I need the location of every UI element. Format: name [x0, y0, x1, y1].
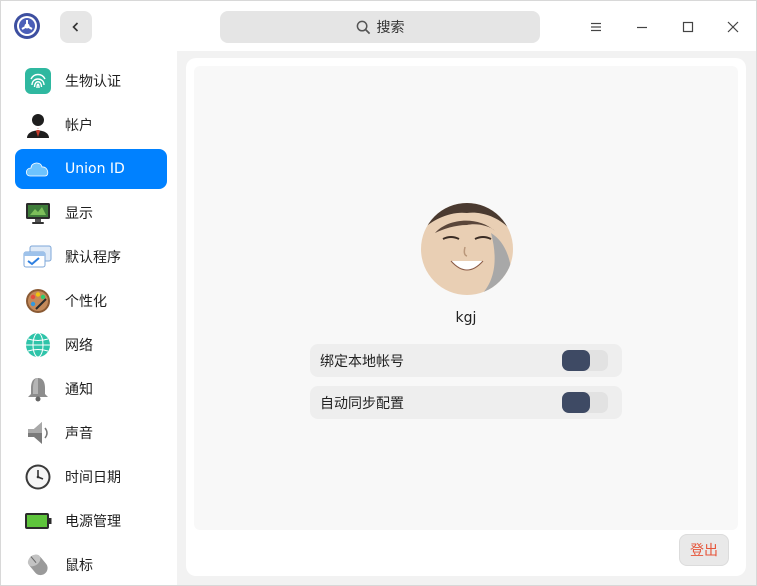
- sidebar-item-union-id[interactable]: Union ID: [15, 149, 167, 189]
- sidebar-item-label: 网络: [65, 338, 93, 354]
- close-icon: [727, 21, 739, 33]
- toggle-knob: [562, 392, 590, 413]
- bind-local-account-label: 绑定本地帐号: [320, 353, 404, 370]
- sidebar-item-label: 帐户: [65, 118, 93, 134]
- sidebar-item-default-apps[interactable]: 默认程序: [15, 237, 167, 277]
- search-placeholder: 搜索: [376, 20, 405, 36]
- union-id-panel: kgj 绑定本地帐号 自动同步配置: [194, 66, 738, 530]
- sidebar-item-notification[interactable]: 通知: [15, 369, 167, 409]
- chevron-left-icon: [72, 22, 79, 32]
- auto-sync-toggle[interactable]: [562, 392, 608, 413]
- deepin-control-center-icon: [13, 12, 41, 40]
- cloud-icon: [23, 154, 53, 184]
- network-globe-icon: [23, 330, 53, 360]
- search-input[interactable]: 搜索: [220, 11, 540, 43]
- maximize-button[interactable]: [674, 13, 702, 41]
- hamburger-menu-icon: [591, 22, 601, 32]
- sidebar-item-label: 个性化: [65, 294, 107, 310]
- minimize-icon: [637, 26, 647, 29]
- title-bar: 搜索: [1, 1, 756, 51]
- sidebar-item-label: Union ID: [65, 161, 125, 177]
- close-button[interactable]: [719, 13, 747, 41]
- search-icon: [356, 20, 370, 34]
- sidebar-item-biometric-auth[interactable]: 生物认证: [15, 61, 167, 101]
- sidebar-item-mouse[interactable]: 鼠标: [15, 545, 167, 585]
- sidebar-item-network[interactable]: 网络: [15, 325, 167, 365]
- mouse-icon: [23, 550, 53, 580]
- back-button[interactable]: [60, 11, 92, 43]
- auto-sync-row: 自动同步配置: [310, 386, 622, 419]
- menu-button[interactable]: [582, 13, 610, 41]
- sidebar-item-account[interactable]: 帐户: [15, 105, 167, 145]
- sidebar-item-display[interactable]: 显示: [15, 193, 167, 233]
- bind-local-account-toggle[interactable]: [562, 350, 608, 371]
- speaker-icon: [23, 418, 53, 448]
- avatar: [421, 203, 513, 295]
- default-apps-icon: [23, 242, 53, 272]
- sidebar-item-label: 显示: [65, 206, 93, 222]
- clock-icon: [23, 462, 53, 492]
- sidebar-item-label: 鼠标: [65, 558, 93, 574]
- sidebar-item-label: 通知: [65, 382, 93, 398]
- display-icon: [23, 198, 53, 228]
- sidebar-item-label: 默认程序: [65, 250, 121, 266]
- sidebar-item-label: 电源管理: [65, 514, 121, 530]
- toggle-knob: [562, 350, 590, 371]
- sidebar: 生物认证 帐户 Union ID 显示 默认程序 个性化 网络 通知 声音 时间…: [1, 51, 177, 585]
- sidebar-item-sound[interactable]: 声音: [15, 413, 167, 453]
- bind-local-account-row: 绑定本地帐号: [310, 344, 622, 377]
- sidebar-item-label: 时间日期: [65, 470, 121, 486]
- palette-icon: [23, 286, 53, 316]
- sidebar-item-label: 生物认证: [65, 74, 121, 90]
- account-icon: [23, 110, 53, 140]
- fingerprint-icon: [23, 66, 53, 96]
- sidebar-item-datetime[interactable]: 时间日期: [15, 457, 167, 497]
- logout-button[interactable]: 登出: [679, 534, 729, 566]
- control-center-window: 搜索 生物认证 帐户 Union ID 显示 默认程序 个性化 网络 通知 声音…: [0, 0, 757, 586]
- auto-sync-label: 自动同步配置: [320, 395, 404, 412]
- sidebar-item-power[interactable]: 电源管理: [15, 501, 167, 541]
- sidebar-item-personalization[interactable]: 个性化: [15, 281, 167, 321]
- bell-icon: [23, 374, 53, 404]
- sidebar-item-label: 声音: [65, 426, 93, 442]
- main-content: kgj 绑定本地帐号 自动同步配置 登出: [186, 58, 746, 576]
- username: kgj: [455, 310, 477, 326]
- maximize-icon: [682, 21, 694, 33]
- minimize-button[interactable]: [628, 13, 656, 41]
- battery-icon: [23, 506, 53, 536]
